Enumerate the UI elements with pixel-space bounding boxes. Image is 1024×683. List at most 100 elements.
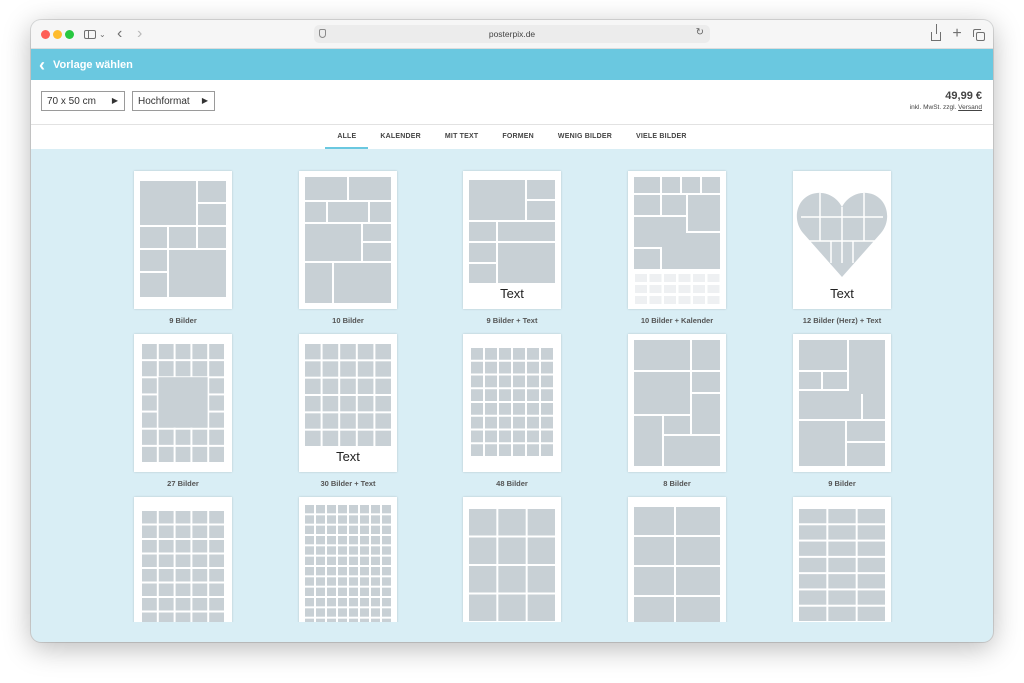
- page-title: Vorlage wählen: [53, 58, 133, 71]
- zoom-window-button[interactable]: [65, 30, 74, 39]
- reload-icon[interactable]: ↻: [696, 27, 704, 38]
- photo-placeholder: [371, 608, 380, 617]
- photo-placeholder: [158, 540, 174, 553]
- template-card[interactable]: [299, 497, 397, 622]
- size-select[interactable]: 70 x 50 cm ▶: [41, 91, 125, 111]
- photo-placeholder: [327, 546, 336, 555]
- photo-placeholder: [338, 525, 347, 534]
- new-tab-icon[interactable]: +: [951, 25, 963, 42]
- photo-placeholder: [305, 587, 314, 596]
- template-card[interactable]: 10 Bilder + Kalender: [628, 171, 726, 325]
- calendar-month: [635, 296, 647, 304]
- minimize-window-button[interactable]: [53, 30, 62, 39]
- chevron-down-icon[interactable]: ⌄: [99, 26, 106, 42]
- template-card[interactable]: [793, 497, 891, 622]
- photo-placeholder: [382, 505, 391, 514]
- template-card[interactable]: [463, 497, 561, 622]
- photo-placeholder: [175, 554, 191, 567]
- photo-placeholder: [382, 525, 391, 534]
- photo-placeholder: [305, 567, 314, 576]
- photo-placeholder: [857, 525, 885, 540]
- template-card[interactable]: Text 12 Bilder (Herz) + Text: [793, 171, 891, 325]
- photo-placeholder: [357, 378, 374, 394]
- template-card[interactable]: 27 Bilder: [134, 334, 232, 488]
- photo-placeholder: [305, 577, 314, 586]
- photo-placeholder: [340, 430, 356, 446]
- photo-placeholder: [327, 577, 336, 586]
- photo-placeholder: [158, 429, 174, 445]
- photo-placeholder: [828, 557, 856, 573]
- tabs-overview-icon[interactable]: [972, 26, 985, 42]
- photo-placeholder: [371, 598, 380, 607]
- photo-placeholder: [305, 430, 321, 446]
- photo-placeholder: [316, 536, 325, 545]
- photo-placeholder: [527, 375, 539, 388]
- photo-placeholder: [316, 505, 325, 514]
- photo-placeholder: [158, 612, 174, 622]
- photo-placeholder: [209, 412, 224, 428]
- photo-placeholder: [513, 348, 525, 360]
- tab-alle[interactable]: ALLE: [325, 125, 369, 149]
- photo-placeholder: [469, 180, 525, 220]
- template-thumbnail: [628, 497, 726, 622]
- photo-placeholder: [305, 556, 314, 565]
- photo-placeholder: [338, 505, 347, 514]
- photo-placeholder: [527, 361, 539, 374]
- template-card[interactable]: 8 Bilder: [628, 334, 726, 488]
- privacy-shield-icon: [319, 29, 326, 38]
- photo-placeholder: [209, 344, 224, 360]
- photo-placeholder: [799, 525, 827, 540]
- template-card[interactable]: Text 9 Bilder + Text: [463, 171, 561, 325]
- photo-placeholder: [371, 505, 380, 514]
- template-card[interactable]: 9 Bilder: [793, 334, 891, 488]
- template-thumbnail: [299, 171, 397, 309]
- template-card[interactable]: Text 30 Bilder + Text: [299, 334, 397, 488]
- template-card[interactable]: 48 Bilder: [463, 334, 561, 488]
- template-card[interactable]: 10 Bilder: [299, 171, 397, 325]
- template-thumbnail: [793, 497, 891, 622]
- photo-placeholder: [363, 224, 391, 241]
- photo-placeholder: [471, 361, 483, 374]
- close-window-button[interactable]: [41, 30, 50, 39]
- photo-placeholder: [338, 536, 347, 545]
- tab-kalender[interactable]: KALENDER: [368, 125, 433, 149]
- photo-placeholder: [327, 618, 336, 622]
- photo-placeholder: [338, 567, 347, 576]
- tab-viele-bilder[interactable]: VIELE BILDER: [624, 125, 699, 149]
- photo-placeholder: [327, 608, 336, 617]
- template-text-placeholder: Text: [336, 449, 360, 464]
- forward-icon[interactable]: ›: [137, 25, 142, 42]
- photo-placeholder: [634, 177, 660, 193]
- back-icon[interactable]: ‹: [117, 25, 122, 42]
- photo-placeholder: [371, 567, 380, 576]
- tab-mit-text[interactable]: MIT TEXT: [433, 125, 491, 149]
- tab-formen[interactable]: FORMEN: [490, 125, 546, 149]
- tab-wenig-bilder[interactable]: WENIG BILDER: [546, 125, 624, 149]
- photo-placeholder: [527, 403, 539, 415]
- photo-placeholder: [316, 608, 325, 617]
- share-icon[interactable]: [930, 23, 942, 42]
- photo-placeholder: [316, 567, 325, 576]
- photo-placeholder: [142, 429, 157, 445]
- photo-placeholder: [799, 391, 861, 419]
- sidebar-icon[interactable]: [84, 26, 96, 42]
- template-card[interactable]: [628, 497, 726, 622]
- photo-placeholder: [142, 525, 157, 538]
- orientation-select[interactable]: Hochformat ▶: [132, 91, 215, 111]
- photo-placeholder: [498, 222, 555, 241]
- photo-placeholder: [305, 413, 321, 429]
- play-arrow-icon: ▶: [111, 96, 118, 105]
- shipping-link[interactable]: Versand: [958, 104, 982, 111]
- template-card[interactable]: 9 Bilder: [134, 171, 232, 325]
- chevron-left-icon[interactable]: ‹: [39, 56, 45, 74]
- photo-placeholder: [847, 443, 885, 466]
- template-card[interactable]: [134, 497, 232, 622]
- photo-placeholder: [382, 536, 391, 545]
- photo-placeholder: [357, 361, 374, 377]
- photo-placeholder: [498, 594, 526, 621]
- photo-placeholder: [142, 612, 157, 622]
- photo-placeholder: [499, 430, 511, 443]
- photo-placeholder: [471, 403, 483, 415]
- address-bar[interactable]: posterpix.de ↻: [314, 25, 710, 43]
- photo-placeholder: [371, 515, 380, 524]
